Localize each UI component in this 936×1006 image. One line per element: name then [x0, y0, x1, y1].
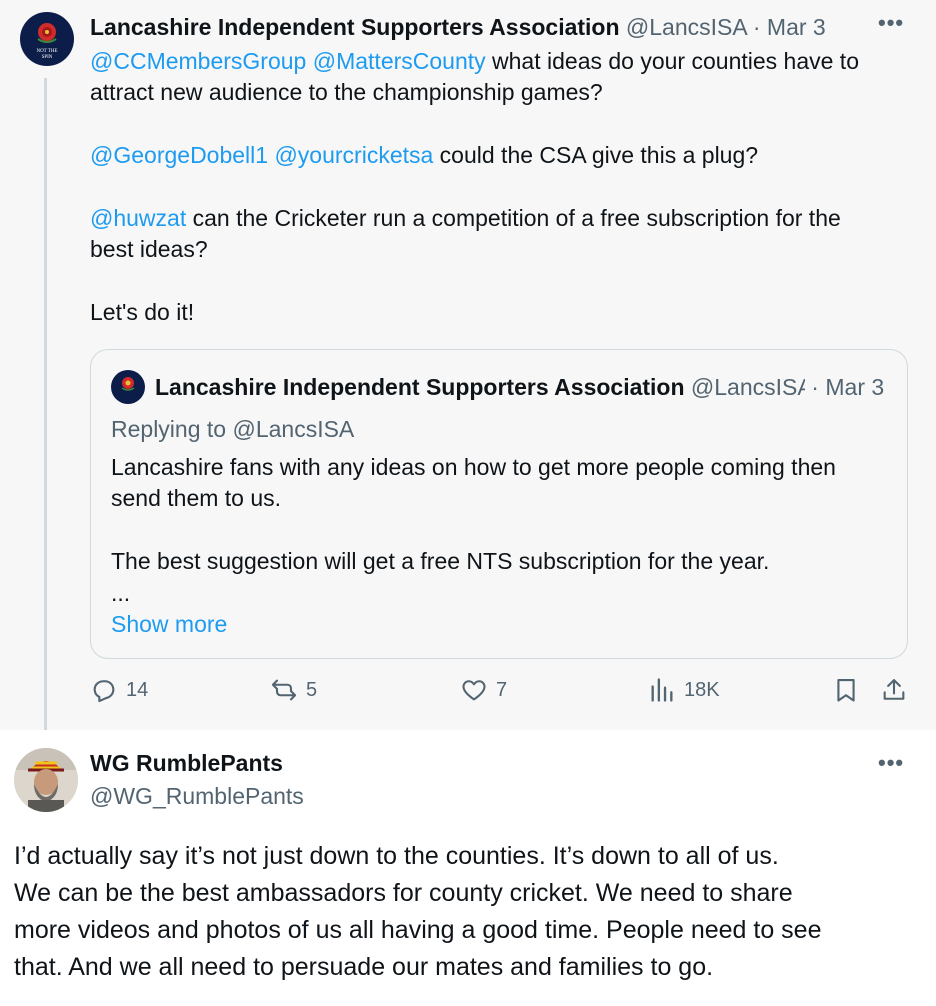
- main-tweet[interactable]: NOT THE SPIN Lancashire Independent Supp…: [0, 0, 936, 740]
- repost-count: 5: [306, 678, 318, 701]
- reply-author-handle[interactable]: @WG_RumblePants: [90, 781, 304, 811]
- share-icon: [883, 679, 905, 700]
- reply-line-4: that. And we all need to persuade our ma…: [14, 953, 714, 981]
- svg-text:NOT THE: NOT THE: [36, 49, 57, 54]
- mention-ccmembersgroup[interactable]: @CCMembersGroup: [90, 48, 306, 74]
- more-icon[interactable]: •••: [878, 750, 904, 776]
- text-line-3: @GeorgeDobell1 @yourcricketsa could the …: [90, 140, 910, 171]
- quoted-date: Mar 3: [825, 374, 885, 400]
- text-fragment: what ideas do your counties have to: [485, 48, 859, 74]
- rose-logo-icon: [112, 371, 144, 403]
- views-button[interactable]: 18K: [648, 676, 720, 704]
- quoted-text-line-3: The best suggestion will get a free NTS …: [111, 548, 770, 574]
- tweet-actions: 14 5 7 18K: [90, 676, 920, 716]
- quoted-author-handle: @LancsISA: [690, 374, 805, 400]
- text-fragment: could the CSA give this a plug?: [433, 142, 759, 168]
- reply-button[interactable]: 14: [90, 676, 148, 704]
- like-icon: [462, 680, 486, 701]
- bookmark-icon: [837, 679, 855, 702]
- separator: ·: [804, 374, 826, 400]
- share-button[interactable]: [880, 676, 908, 704]
- tweet-text: @CCMembersGroup @MattersCounty what idea…: [90, 46, 910, 328]
- like-count: 7: [496, 678, 508, 701]
- text-line-5: best ideas?: [90, 236, 208, 262]
- reply-line-1: I’d actually say it’s not just down to t…: [14, 842, 779, 870]
- text-line-2: attract new audience to the championship…: [90, 79, 603, 105]
- text-line-1: @CCMembersGroup @MattersCounty what idea…: [90, 46, 910, 77]
- reply-icon: [93, 680, 115, 703]
- svg-text:SPIN: SPIN: [42, 55, 53, 60]
- repost-icon: [271, 679, 297, 701]
- tweet-header: Lancashire Independent Supporters Associ…: [90, 12, 826, 42]
- profile-photo-icon: [14, 748, 78, 812]
- quoted-ellipsis: ...: [111, 580, 131, 606]
- reply-count: 14: [126, 678, 149, 701]
- rose-logo-icon: NOT THE SPIN: [21, 13, 73, 65]
- views-icon: [651, 678, 673, 702]
- quoted-tweet[interactable]: Lancashire Independent Supporters Associ…: [90, 349, 908, 659]
- quoted-avatar: [111, 370, 145, 404]
- reply-line-3: more videos and photos of us all having …: [14, 916, 822, 944]
- replying-handle: @LancsISA: [232, 416, 355, 442]
- reply-text: I’d actually say it’s not just down to t…: [14, 838, 914, 986]
- author-handle[interactable]: @LancsISA: [626, 14, 747, 40]
- reply-author-name[interactable]: WG RumblePants: [90, 748, 283, 778]
- separator: ·: [746, 14, 767, 40]
- quoted-text-line-1: Lancashire fans with any ideas on how to…: [111, 454, 836, 480]
- quoted-author-name: Lancashire Independent Supporters Associ…: [155, 374, 685, 400]
- reply-line-2: We can be the best ambassadors for count…: [14, 879, 793, 907]
- views-count: 18K: [684, 678, 720, 701]
- like-button[interactable]: 7: [460, 676, 507, 704]
- text-line-4: @huwzat can the Cricketer run a competit…: [90, 203, 910, 234]
- quoted-header: Lancashire Independent Supporters Associ…: [155, 372, 890, 402]
- mention-matterscounty[interactable]: @MattersCounty: [313, 48, 486, 74]
- mention-yourcricketsa[interactable]: @yourcricketsa: [274, 142, 433, 168]
- author-name[interactable]: Lancashire Independent Supporters Associ…: [90, 14, 620, 40]
- quoted-text-line-2: send them to us.: [111, 485, 282, 511]
- mention-huwzat[interactable]: @huwzat: [90, 205, 186, 231]
- reply-tweet[interactable]: WG RumblePants @WG_RumblePants ••• I’d a…: [0, 730, 936, 1006]
- replying-label: Replying to: [111, 416, 233, 442]
- lancs-isa-avatar[interactable]: NOT THE SPIN: [20, 12, 74, 66]
- mention-georgedobell1[interactable]: @GeorgeDobell1: [90, 142, 268, 168]
- bookmark-button[interactable]: [832, 676, 860, 704]
- more-icon[interactable]: •••: [878, 10, 904, 36]
- thread-connector: [44, 78, 47, 740]
- repost-button[interactable]: 5: [270, 676, 317, 704]
- replying-to: Replying to @LancsISA: [111, 414, 901, 445]
- show-more-link[interactable]: Show more: [111, 609, 227, 640]
- wg-rumblepants-avatar[interactable]: [14, 748, 78, 812]
- text-fragment: can the Cricketer run a competition of a…: [186, 205, 841, 231]
- text-line-6: Let's do it!: [90, 299, 195, 325]
- tweet-date[interactable]: Mar 3: [767, 14, 826, 40]
